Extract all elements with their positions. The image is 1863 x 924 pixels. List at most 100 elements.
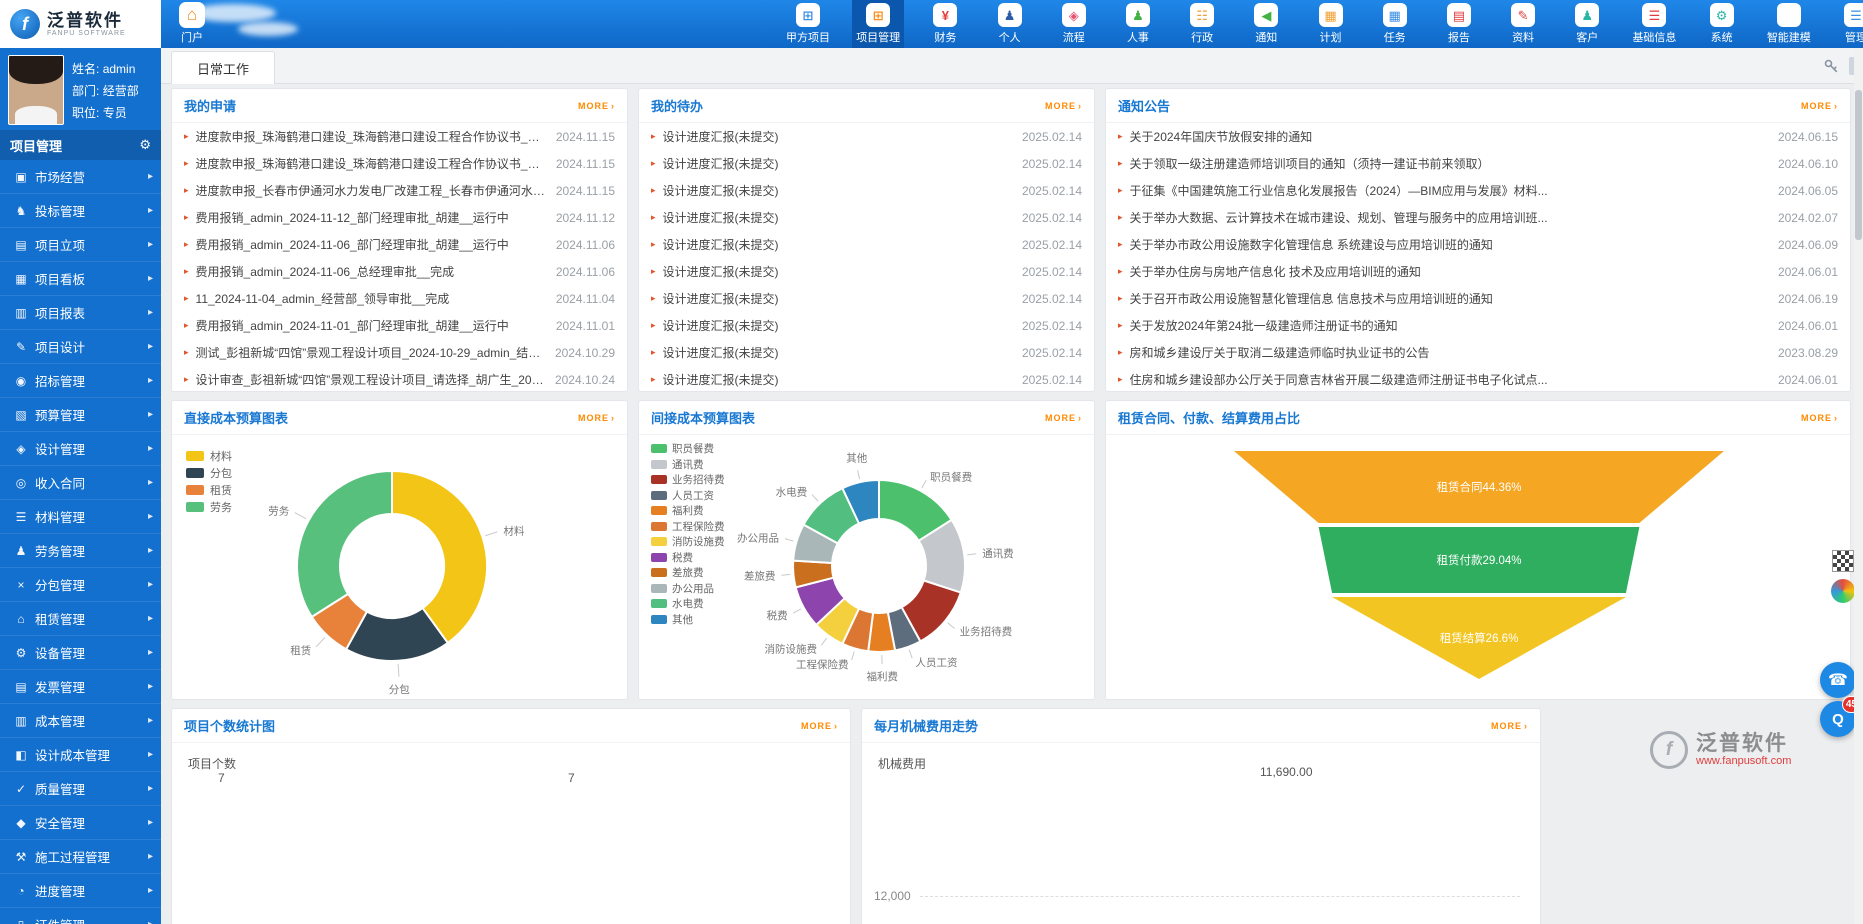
list-item[interactable]: ▸房和城乡建设厅关于取消二级建造师临时执业证书的公告2023.08.29 xyxy=(1106,339,1850,366)
sidebar-item-收入合同[interactable]: ◎收入合同▸ xyxy=(0,466,161,500)
list-item[interactable]: ▸设计进度汇报(未提交)2025.02.14 xyxy=(639,366,1094,393)
more-link[interactable]: MORE› xyxy=(1045,413,1082,423)
gear-icon[interactable]: ⚙ xyxy=(139,137,151,153)
sidebar-item-招标管理[interactable]: ◉招标管理▸ xyxy=(0,364,161,398)
sidebar-item-项目设计[interactable]: ✎项目设计▸ xyxy=(0,330,161,364)
list-item[interactable]: ▸设计进度汇报(未提交)2025.02.14 xyxy=(639,204,1094,231)
list-item[interactable]: ▸设计审查_彭祖新城“四馆”景观工程设计项目_请选择_胡广生_2024-10-2… xyxy=(172,366,627,393)
sidebar-item-项目立项[interactable]: ▤项目立项▸ xyxy=(0,228,161,262)
more-link[interactable]: MORE› xyxy=(1491,721,1528,731)
qr-code-icon[interactable] xyxy=(1832,550,1854,572)
list-item[interactable]: ▸关于召开市政公用设施智慧化管理信息 信息技术与应用培训班的通知2024.06.… xyxy=(1106,285,1850,312)
more-link[interactable]: MORE› xyxy=(578,101,615,111)
sidebar-item-市场经营[interactable]: ▣市场经营▸ xyxy=(0,160,161,194)
nav-item-报告[interactable]: ▤报告 xyxy=(1436,0,1482,48)
donut-label: 材料 xyxy=(503,524,524,537)
list-item[interactable]: ▸关于发放2024年第24批一级建造师注册证书的通知2024.06.01 xyxy=(1106,312,1850,339)
nav-item-项目管理[interactable]: ⊞项目管理 xyxy=(852,0,904,48)
sidebar-item-材料管理[interactable]: ☰材料管理▸ xyxy=(0,500,161,534)
service-icon[interactable] xyxy=(1831,579,1855,603)
sidebar-item-项目看板[interactable]: ▦项目看板▸ xyxy=(0,262,161,296)
nav-item-财务[interactable]: ¥财务 xyxy=(922,0,968,48)
sidebar-item-投标管理[interactable]: ♞投标管理▸ xyxy=(0,194,161,228)
list-item[interactable]: ▸设计进度汇报(未提交)2025.02.14 xyxy=(639,258,1094,285)
more-link[interactable]: MORE› xyxy=(1801,413,1838,423)
nav-item-通知[interactable]: ◀通知 xyxy=(1243,0,1289,48)
list-item[interactable]: ▸设计进度汇报(未提交)2025.02.14 xyxy=(639,312,1094,339)
sidebar-item-进度管理[interactable]: ◔进度管理▸ xyxy=(0,874,161,908)
list-item[interactable]: ▸设计进度汇报(未提交)2025.02.14 xyxy=(639,339,1094,366)
sidebar-item-分包管理[interactable]: ×分包管理▸ xyxy=(0,568,161,602)
sidebar-item-设计管理[interactable]: ◈设计管理▸ xyxy=(0,432,161,466)
chevron-right-icon: ▸ xyxy=(148,477,153,488)
more-link[interactable]: MORE› xyxy=(578,413,615,423)
list-item[interactable]: ▸费用报销_admin_2024-11-06_部门经理审批_胡建__运行中202… xyxy=(172,231,627,258)
list-item[interactable]: ▸进度款申报_珠海鹤港口建设_珠海鹤港口建设工程合作协议书_admin_...2… xyxy=(172,123,627,150)
nav-item-管理[interactable]: ☰管理 xyxy=(1833,0,1863,48)
list-item[interactable]: ▸关于举办住房与房地产信息化 技术及应用培训班的通知2024.06.01 xyxy=(1106,258,1850,285)
list-item[interactable]: ▸费用报销_admin_2024-11-01_部门经理审批_胡建__运行中202… xyxy=(172,312,627,339)
sidebar-item-质量管理[interactable]: ✓质量管理▸ xyxy=(0,772,161,806)
nav-item-客户[interactable]: ♟客户 xyxy=(1564,0,1610,48)
list-item[interactable]: ▸住房和城乡建设部办公厅关于同意吉林省开展二级建造师注册证书电子化试点...20… xyxy=(1106,366,1850,393)
nav-item-智能建模[interactable]: 智能建模 xyxy=(1763,0,1815,48)
sidebar-item-设计成本管理[interactable]: ◧设计成本管理▸ xyxy=(0,738,161,772)
list-item[interactable]: ▸测试_彭祖新城“四馆”景观工程设计项目_2024-10-29_admin_结束… xyxy=(172,339,627,366)
nav-item-系统[interactable]: ⚙系统 xyxy=(1699,0,1745,48)
user-avatar xyxy=(8,55,64,125)
list-item[interactable]: ▸设计进度汇报(未提交)2025.02.14 xyxy=(639,231,1094,258)
invoice-icon: ▤ xyxy=(12,680,30,694)
more-link[interactable]: MORE› xyxy=(1801,101,1838,111)
nav-item-计划[interactable]: ▦计划 xyxy=(1308,0,1354,48)
nav-item-基础信息[interactable]: ☰基础信息 xyxy=(1628,0,1680,48)
sidebar-item-成本管理[interactable]: ▥成本管理▸ xyxy=(0,704,161,738)
nav-item-流程[interactable]: ◈流程 xyxy=(1051,0,1097,48)
chevron-right-icon: ▸ xyxy=(148,851,153,862)
list-item[interactable]: ▸关于领取一级注册建造师培训项目的通知（须持一建证书前来领取）2024.06.1… xyxy=(1106,150,1850,177)
scrollbar-thumb[interactable] xyxy=(1855,90,1862,240)
list-item[interactable]: ▸设计进度汇报(未提交)2025.02.14 xyxy=(639,123,1094,150)
nav-item-行政[interactable]: ☷行政 xyxy=(1179,0,1225,48)
hr-icon: ♟ xyxy=(1126,3,1150,27)
fanpu-watermark-logo-icon: f xyxy=(1650,731,1688,769)
key-icon[interactable] xyxy=(1824,59,1839,74)
panel-my-todos: 我的待办 MORE› ▸设计进度汇报(未提交)2025.02.14▸设计进度汇报… xyxy=(638,88,1095,392)
list-item[interactable]: ▸关于举办市政公用设施数字化管理信息 系统建设与应用培训班的通知2024.06.… xyxy=(1106,231,1850,258)
nav-item-资料[interactable]: ✎资料 xyxy=(1500,0,1546,48)
sidebar-item-预算管理[interactable]: ▧预算管理▸ xyxy=(0,398,161,432)
nav-item-个人[interactable]: ♟个人 xyxy=(987,0,1033,48)
sidebar-item-劳务管理[interactable]: ♟劳务管理▸ xyxy=(0,534,161,568)
sidebar-item-项目报表[interactable]: ▥项目报表▸ xyxy=(0,296,161,330)
list-item[interactable]: ▸设计进度汇报(未提交)2025.02.14 xyxy=(639,150,1094,177)
qq-chat-button[interactable]: Q 45 xyxy=(1820,701,1856,737)
list-item[interactable]: ▸关于举办大数据、云计算技术在城市建设、规划、管理与服务中的应用培训班...20… xyxy=(1106,204,1850,231)
panel-header: 我的待办 MORE› xyxy=(639,89,1094,123)
panel-title: 项目个数统计图 xyxy=(184,716,275,735)
brand-name: 泛普软件 xyxy=(47,12,126,30)
legend-item: 材料 xyxy=(186,447,232,464)
sidebar-item-证件管理[interactable]: ▯证件管理▸ xyxy=(0,908,161,924)
list-item[interactable]: ▸设计进度汇报(未提交)2025.02.14 xyxy=(639,177,1094,204)
list-item[interactable]: ▸进度款申报_珠海鹤港口建设_珠海鹤港口建设工程合作协议书_admin_...2… xyxy=(172,150,627,177)
phone-button[interactable]: ☎ xyxy=(1820,662,1856,698)
list-item[interactable]: ▸费用报销_admin_2024-11-12_部门经理审批_胡建__运行中202… xyxy=(172,204,627,231)
list-item[interactable]: ▸于征集《中国建筑施工行业信息化发展报告（2024）—BIM应用与发展》材料..… xyxy=(1106,177,1850,204)
sidebar-item-安全管理[interactable]: ◆安全管理▸ xyxy=(0,806,161,840)
list-item[interactable]: ▸费用报销_admin_2024-11-06_总经理审批__完成2024.11.… xyxy=(172,258,627,285)
sidebar-item-租赁管理[interactable]: ⌂租赁管理▸ xyxy=(0,602,161,636)
more-link[interactable]: MORE› xyxy=(1045,101,1082,111)
nav-item-人事[interactable]: ♟人事 xyxy=(1115,0,1161,48)
portal-button[interactable]: ⌂ 门户 xyxy=(166,2,218,48)
certificate-icon: ▯ xyxy=(12,918,30,924)
tab-daily-work[interactable]: 日常工作 xyxy=(171,51,275,84)
list-item[interactable]: ▸11_2024-11-04_admin_经营部_领导审批__完成2024.11… xyxy=(172,285,627,312)
list-item[interactable]: ▸进度款申报_长春市伊通河水力发电厂改建工程_长春市伊通河水力发电...2024… xyxy=(172,177,627,204)
nav-item-甲方项目[interactable]: ⊞甲方项目 xyxy=(782,0,834,48)
more-link[interactable]: MORE› xyxy=(801,721,838,731)
sidebar-item-施工过程管理[interactable]: ⚒施工过程管理▸ xyxy=(0,840,161,874)
list-item[interactable]: ▸设计进度汇报(未提交)2025.02.14 xyxy=(639,285,1094,312)
list-item[interactable]: ▸关于2024年国庆节放假安排的通知2024.06.15 xyxy=(1106,123,1850,150)
sidebar-item-发票管理[interactable]: ▤发票管理▸ xyxy=(0,670,161,704)
sidebar-item-设备管理[interactable]: ⚙设备管理▸ xyxy=(0,636,161,670)
nav-item-任务[interactable]: ▦任务 xyxy=(1372,0,1418,48)
